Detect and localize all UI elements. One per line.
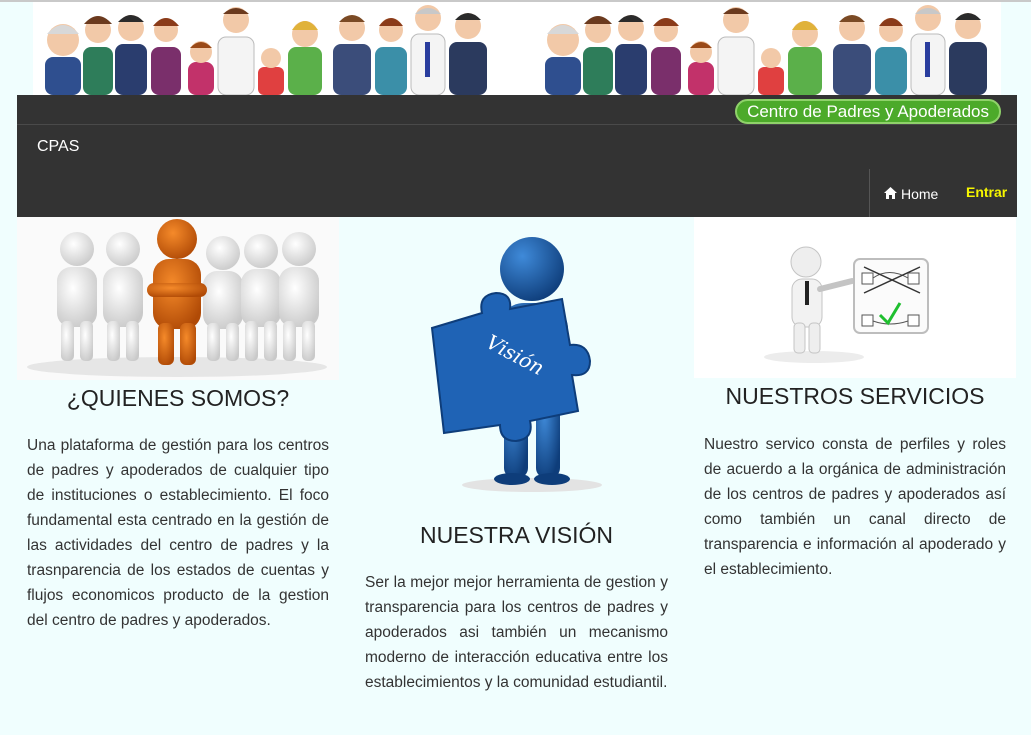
about-title: ¿QUIENES SOMOS? [66,385,290,411]
brand-link[interactable]: CPAS [37,138,79,156]
services-title: NUESTROS SERVICIOS [725,383,985,409]
home-icon [884,186,897,202]
login-link[interactable]: Entrar [966,184,1007,200]
vision-title: NUESTRA VISIÓN [420,522,613,548]
about-text: Una plataforma de gestión para los centr… [27,437,329,629]
site-badge: Centro de Padres y Apoderados [735,99,1001,124]
services-text-wrapper: Nuestro servico consta de perfiles y rol… [704,432,1006,582]
team-leader-image [17,217,339,380]
about-section: ¿QUIENES SOMOS? [17,385,339,412]
nav-home-link[interactable]: Home [884,186,938,202]
vision-text: Ser la mejor mejor herramienta de gestio… [365,574,668,691]
vision-section: NUESTRA VISIÓN [365,522,668,549]
vision-text-wrapper: Ser la mejor mejor herramienta de gestio… [365,570,668,695]
nav-home-label: Home [901,186,939,202]
header-banner-illustration [33,2,1001,95]
services-section: NUESTROS SERVICIOS [694,383,1016,410]
services-text: Nuestro servico consta de perfiles y rol… [704,436,1006,578]
services-diagram-image [694,217,1016,378]
about-text-wrapper: Una plataforma de gestión para los centr… [27,433,329,633]
top-navbar: Centro de Padres y Apoderados CPAS Home … [17,95,1017,217]
nav-menu: Home Entrar [869,169,1017,217]
vision-puzzle-image: Visión [412,233,612,495]
navbar-divider [17,124,1017,125]
